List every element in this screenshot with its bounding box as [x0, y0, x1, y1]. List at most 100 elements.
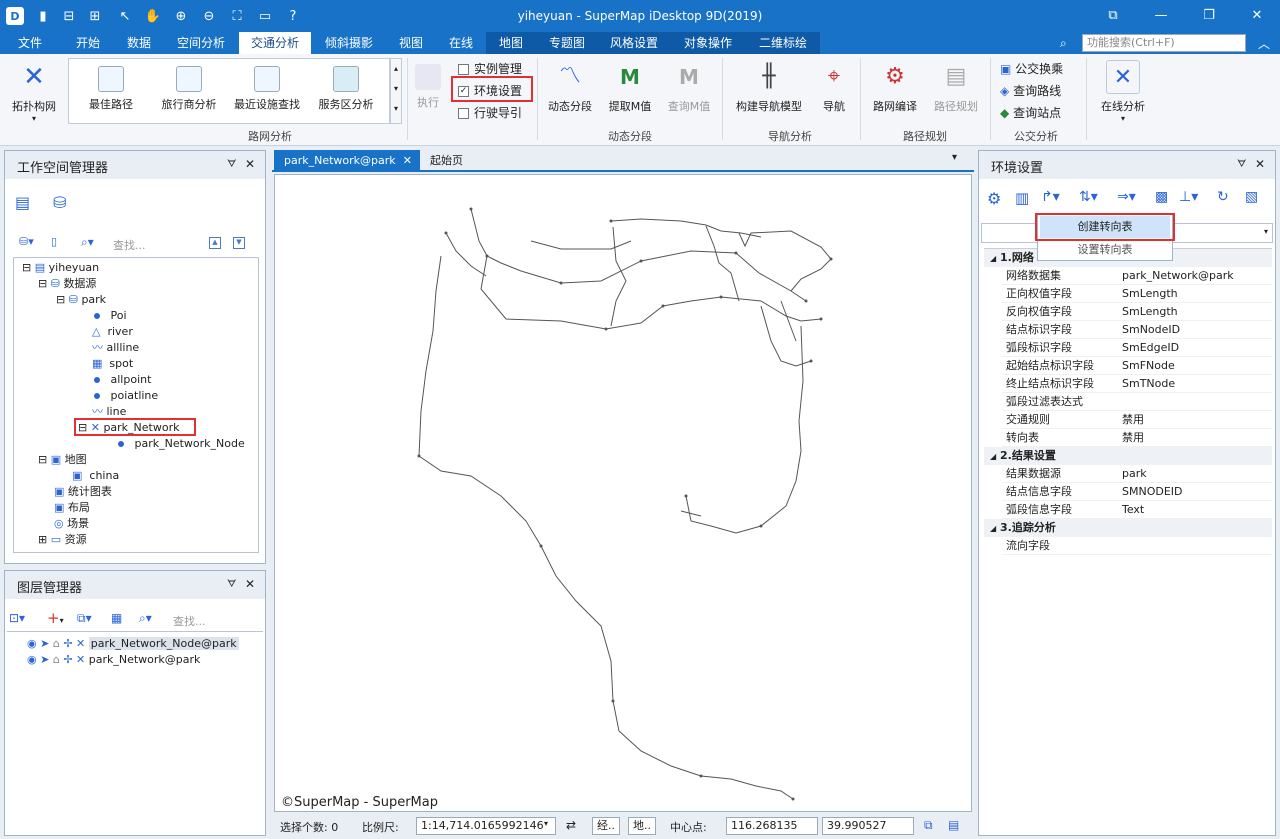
map-view[interactable]: ©SuperMap - SuperMap	[274, 174, 972, 812]
close-icon[interactable]: ✕	[1246, 6, 1268, 26]
tree-item-resources[interactable]: ⊞ ▭ 资源	[38, 532, 87, 548]
best-path-button[interactable]: 最佳路径	[80, 66, 142, 112]
driving-guide-checkbox[interactable]: 行驶导引	[458, 104, 522, 121]
property-row[interactable]: 弧段过滤表达式	[1002, 393, 1272, 411]
query-route-button[interactable]: ◈ 查询路线	[1000, 82, 1061, 99]
scale-input[interactable]: 1:14,714.0165992146	[416, 817, 556, 835]
tab-start-page[interactable]: 起始页	[430, 150, 463, 172]
property-row[interactable]: 结点标识字段 SmNodeID	[1002, 321, 1272, 339]
property-row[interactable]: 弧段信息字段 Text	[1002, 501, 1272, 519]
up-icon[interactable]: ▲	[209, 237, 221, 249]
copy-layer-icon[interactable]: ⧉▾	[77, 611, 92, 626]
feature-search-input[interactable]: 功能搜索(Ctrl+F)	[1082, 34, 1246, 52]
settings-icon[interactable]: ⚙	[987, 189, 1001, 208]
property-row[interactable]: 结点信息字段 SMNODEID	[1002, 483, 1272, 501]
tree-item-park-network-node[interactable]: park_Network_Node	[118, 436, 245, 452]
tree-item-layout[interactable]: ▣ 布局	[54, 500, 90, 516]
tree-item-allline[interactable]: 〰 allline	[92, 340, 139, 356]
tab-start[interactable]: 开始	[64, 32, 112, 54]
extract-m-button[interactable]: M 提取M值	[602, 60, 658, 114]
workspace-view-icon[interactable]: ▤	[15, 193, 37, 213]
pin-icon[interactable]: ᗊ	[227, 159, 236, 170]
pin-icon[interactable]: ᗊ	[227, 579, 236, 590]
tree-item-datasources[interactable]: ⊟ ⛁ 数据源	[38, 276, 96, 292]
build-nav-model-button[interactable]: ╫ 构建导航模型	[728, 60, 810, 114]
property-value[interactable]: Text	[1122, 501, 1144, 519]
query-m-button[interactable]: M 查询M值	[660, 60, 718, 114]
scale-dropdown-icon[interactable]: ▾	[544, 819, 548, 828]
copy-icon[interactable]: ⧉	[924, 818, 933, 833]
tree-item-poiatline[interactable]: poiatline	[94, 388, 158, 404]
property-value[interactable]: 禁用	[1122, 411, 1144, 429]
property-value[interactable]: SmLength	[1122, 303, 1178, 321]
minimize-icon[interactable]: —	[1150, 6, 1172, 26]
layer-props-icon[interactable]: ▦	[111, 611, 122, 625]
export-icon[interactable]: ▧	[1245, 189, 1258, 205]
down-icon[interactable]: ▼	[233, 237, 245, 249]
center-y-input[interactable]: 39.990527	[822, 817, 914, 835]
close-panel-icon[interactable]: ✕	[245, 577, 255, 591]
restore-icon[interactable]: ⧉	[1102, 6, 1124, 26]
property-value[interactable]: 禁用	[1122, 429, 1144, 447]
tab-2d-plotting[interactable]: 二维标绘	[746, 32, 820, 54]
tab-spatial-analysis[interactable]: 空间分析	[168, 32, 234, 54]
new-layer-icon[interactable]: ⊡▾	[9, 611, 25, 625]
layer-item[interactable]: ◉ ➤ ⌂ ✢ ✕ park_Network@park	[27, 652, 200, 668]
close-panel-icon[interactable]: ✕	[1255, 157, 1265, 171]
property-value[interactable]: SmTNode	[1122, 375, 1175, 393]
tab-style[interactable]: 风格设置	[598, 32, 670, 54]
tab-traffic-analysis[interactable]: 交通分析	[239, 32, 311, 54]
tree-item-park[interactable]: ⊟ ⛁ park	[56, 292, 106, 308]
tree-item-river[interactable]: △ river	[92, 324, 133, 340]
property-value[interactable]: park_Network@park	[1122, 267, 1234, 285]
tree-item-charts[interactable]: ▣ 统计图表	[54, 484, 112, 500]
map-unit-button[interactable]: 地..	[628, 817, 656, 835]
paste-icon[interactable]: ▤	[948, 818, 959, 832]
property-row[interactable]: 网络数据集 park_Network@park	[1002, 267, 1272, 285]
path-icon[interactable]: ⊥▾	[1179, 189, 1198, 205]
find-icon[interactable]: ⌕▾	[81, 235, 94, 250]
network-params-icon[interactable]: ▥	[1015, 189, 1029, 207]
direction-icon[interactable]: ⇒▾	[1117, 189, 1136, 205]
tree-item-maps[interactable]: ⊟ ▣ 地图	[38, 452, 87, 468]
property-row[interactable]: 弧段标识字段 SmEdgeID	[1002, 339, 1272, 357]
tab-online[interactable]: 在线	[438, 32, 484, 54]
tree-item-china[interactable]: ▣ china	[72, 468, 119, 484]
road-compile-button[interactable]: ⚙ 路网编译	[866, 60, 924, 114]
tree-item-allpoint[interactable]: allpoint	[94, 372, 151, 388]
tree-item-poi[interactable]: Poi	[94, 308, 127, 324]
database-icon[interactable]: ⛁	[53, 193, 75, 213]
property-row[interactable]: 终止结点标识字段 SmTNode	[1002, 375, 1272, 393]
property-row[interactable]: 反向权值字段 SmLength	[1002, 303, 1272, 321]
path-planning-button[interactable]: ▤ 路径规划	[926, 60, 986, 114]
tree-item-spot[interactable]: ▦ spot	[92, 356, 133, 372]
pin-icon[interactable]: ᗊ	[1237, 159, 1246, 170]
property-value[interactable]: SmEdgeID	[1122, 339, 1179, 357]
property-value[interactable]: SmLength	[1122, 285, 1178, 303]
maximize-icon[interactable]: ❐	[1198, 6, 1220, 26]
swap-icon[interactable]: ⇄	[566, 818, 576, 832]
center-x-input[interactable]: 116.268135	[726, 817, 818, 835]
tab-park-network[interactable]: park_Network@park ✕	[274, 150, 420, 172]
doc-icon[interactable]: ▯	[51, 235, 57, 248]
close-panel-icon[interactable]: ✕	[245, 157, 255, 171]
property-row[interactable]: 结果数据源 park	[1002, 465, 1272, 483]
set-turn-table-item[interactable]: 设置转向表	[1040, 240, 1170, 260]
property-row[interactable]: 转向表 禁用	[1002, 429, 1272, 447]
topology-build-button[interactable]: ✕ 拓扑构网 ▾	[4, 60, 64, 123]
service-area-button[interactable]: 服务区分析	[312, 66, 380, 112]
gallery-scroll[interactable]: ▴ ▾ ▾	[390, 58, 402, 124]
tab-file[interactable]: 文件	[4, 32, 56, 54]
property-row[interactable]: 交通规则 禁用	[1002, 411, 1272, 429]
add-icon[interactable]: +▾	[47, 609, 64, 627]
tab-dropdown-icon[interactable]: ▾	[952, 152, 957, 163]
tab-map[interactable]: 地图	[486, 32, 536, 54]
tab-view[interactable]: 视图	[388, 32, 434, 54]
property-value[interactable]: park	[1122, 465, 1147, 483]
find-icon[interactable]: ⌕▾	[139, 611, 152, 626]
navigation-button[interactable]: ⌖ 导航	[812, 60, 856, 114]
property-value[interactable]: SMNODEID	[1122, 483, 1183, 501]
open-workspace-icon[interactable]: ⛁▾	[19, 235, 34, 248]
workspace-search-input[interactable]: 查找...	[113, 237, 146, 253]
layer-search-input[interactable]: 查找...	[173, 613, 206, 629]
